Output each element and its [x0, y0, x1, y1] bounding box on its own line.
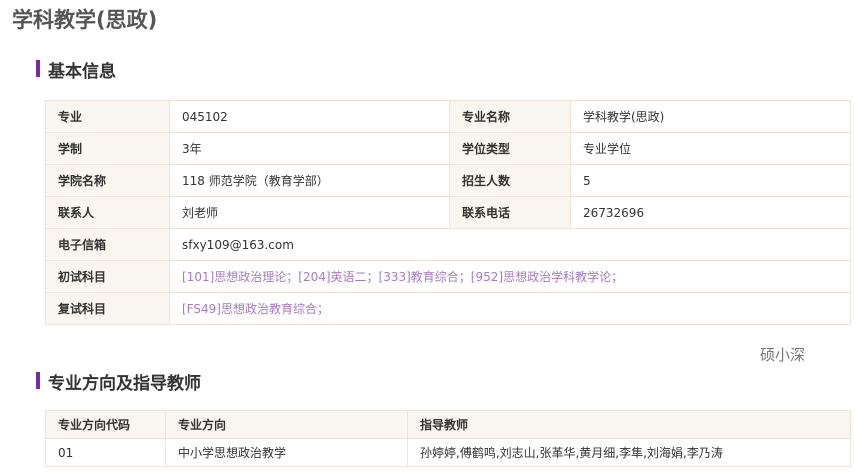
column-header: 指导教师: [407, 410, 851, 439]
prelim-label: 初试科目: [45, 260, 170, 293]
table-row: 复试科目 [FS49]思想政治教育综合；: [45, 292, 851, 325]
contact-value: 刘老师: [169, 196, 450, 229]
duration-label: 学制: [45, 132, 170, 165]
enroll-value: 5: [570, 164, 851, 197]
retest-subjects-link[interactable]: [FS49]思想政治教育综合；: [169, 292, 851, 325]
email-label: 电子信箱: [45, 228, 170, 261]
section-heading-basic-info: 基本信息: [36, 57, 116, 82]
table-row: 联系人 刘老师 联系电话 26732696: [45, 196, 851, 229]
phone-value: 26732696: [570, 196, 851, 229]
column-header: 专业方向: [165, 410, 408, 439]
page-title: 学科教学(思政): [12, 8, 158, 32]
college-label: 学院名称: [45, 164, 170, 197]
degree-label: 学位类型: [449, 132, 571, 165]
basic-info-table: 专业 045102 专业名称 学科教学(思政) 学制 3年 学位类型 专业学位 …: [45, 100, 851, 325]
email-value: sfxy109@163.com: [169, 228, 851, 261]
direction-code: 01: [45, 438, 166, 467]
phone-label: 联系电话: [449, 196, 571, 229]
directions-table: 专业方向代码 专业方向 指导教师 01 中小学思想政治教学 孙婷婷,傅鹤鸣,刘志…: [45, 410, 851, 467]
prelim-subjects-link[interactable]: [101]思想政治理论；[204]英语二；[333]教育综合；[952]思想政治…: [169, 260, 851, 293]
table-row: 学制 3年 学位类型 专业学位: [45, 132, 851, 165]
table-row: 学院名称 118 师范学院（教育学部） 招生人数 5: [45, 164, 851, 197]
table-row: 专业 045102 专业名称 学科教学(思政): [45, 100, 851, 133]
table-row: 01 中小学思想政治教学 孙婷婷,傅鹤鸣,刘志山,张革华,黄月细,李隼,刘海娟,…: [45, 438, 851, 467]
college-value: 118 师范学院（教育学部）: [169, 164, 450, 197]
contact-label: 联系人: [45, 196, 170, 229]
major-label: 专业: [45, 100, 170, 133]
major-value: 045102: [169, 100, 450, 133]
direction-name: 中小学思想政治教学: [165, 438, 408, 467]
degree-value: 专业学位: [570, 132, 851, 165]
watermark: 硕小深: [760, 346, 806, 364]
table-row: 初试科目 [101]思想政治理论；[204]英语二；[333]教育综合；[952…: [45, 260, 851, 293]
enroll-label: 招生人数: [449, 164, 571, 197]
table-row: 电子信箱 sfxy109@163.com: [45, 228, 851, 261]
column-header: 专业方向代码: [45, 410, 166, 439]
table-header-row: 专业方向代码 专业方向 指导教师: [45, 410, 851, 439]
major-name-label: 专业名称: [449, 100, 571, 133]
retest-label: 复试科目: [45, 292, 170, 325]
section-heading-directions: 专业方向及指导教师: [36, 369, 201, 394]
major-name-value: 学科教学(思政): [570, 100, 851, 133]
duration-value: 3年: [169, 132, 450, 165]
advisors: 孙婷婷,傅鹤鸣,刘志山,张革华,黄月细,李隼,刘海娟,李乃涛: [407, 438, 851, 467]
